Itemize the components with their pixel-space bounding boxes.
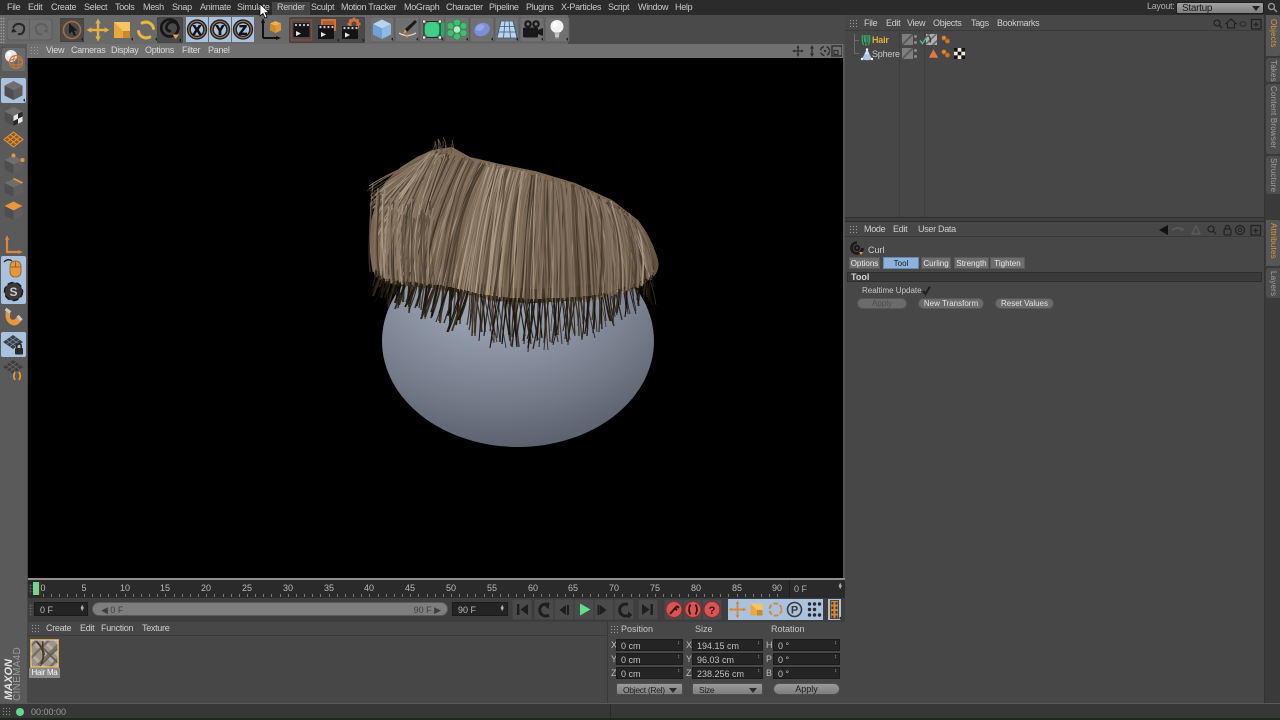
svg-text:S: S bbox=[9, 285, 17, 299]
svg-text:Z: Z bbox=[239, 23, 247, 38]
svg-text:?: ? bbox=[709, 605, 716, 617]
svg-text:Y: Y bbox=[216, 23, 225, 38]
svg-text:X: X bbox=[193, 23, 202, 38]
svg-text:P: P bbox=[791, 605, 798, 617]
